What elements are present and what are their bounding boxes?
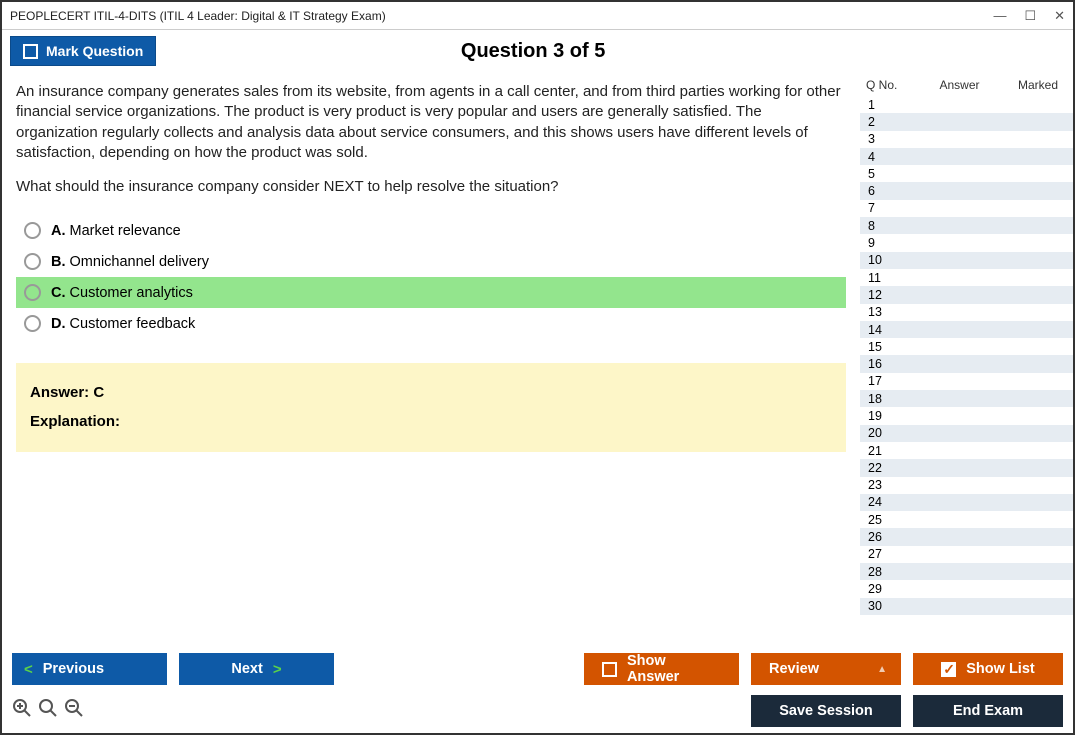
show-answer-checkbox-icon: [602, 662, 617, 677]
qlist-row[interactable]: 30: [860, 598, 1073, 615]
footer: < Previous Next > Show Answer Review ▲ S…: [2, 645, 1073, 733]
qlist-row[interactable]: 18: [860, 390, 1073, 407]
save-session-label: Save Session: [779, 703, 873, 719]
zoom-reset-icon[interactable]: [38, 698, 58, 724]
side-pane: Q No. Answer Marked 12345678910111213141…: [860, 72, 1073, 645]
chevron-right-icon: >: [273, 661, 282, 678]
zoom-out-icon[interactable]: [64, 698, 84, 724]
answer-box: Answer: C Explanation:: [16, 363, 846, 452]
col-header-qno: Q No.: [866, 78, 910, 92]
show-list-label: Show List: [966, 661, 1034, 677]
show-list-button[interactable]: Show List: [913, 653, 1063, 685]
qlist-row[interactable]: 6: [860, 182, 1073, 199]
option-c[interactable]: C. Customer analytics: [16, 277, 846, 308]
show-list-checkbox-icon: [941, 662, 956, 677]
radio-icon: [24, 284, 41, 301]
question-para-1: An insurance company generates sales fro…: [16, 82, 846, 163]
radio-icon: [24, 315, 41, 332]
qlist-row[interactable]: 7: [860, 200, 1073, 217]
col-header-answer: Answer: [910, 78, 1009, 92]
explanation-line: Explanation:: [30, 408, 832, 437]
question-number-label: Question 3 of 5: [156, 40, 910, 63]
minimize-icon[interactable]: —: [993, 8, 1006, 23]
main-pane: An insurance company generates sales fro…: [2, 72, 860, 645]
mark-checkbox-icon: [23, 44, 38, 59]
mark-question-button[interactable]: Mark Question: [10, 36, 156, 66]
footer-row-2: Save Session End Exam: [12, 695, 1063, 727]
qlist-row[interactable]: 17: [860, 373, 1073, 390]
option-label: D. Customer feedback: [51, 316, 195, 332]
caret-up-icon: ▲: [877, 664, 887, 675]
end-exam-button[interactable]: End Exam: [913, 695, 1063, 727]
question-para-2: What should the insurance company consid…: [16, 177, 846, 197]
qlist-row[interactable]: 4: [860, 148, 1073, 165]
qlist-row[interactable]: 16: [860, 355, 1073, 372]
qlist-row[interactable]: 15: [860, 338, 1073, 355]
side-header: Q No. Answer Marked: [860, 76, 1073, 96]
review-button[interactable]: Review ▲: [751, 653, 901, 685]
qlist-row[interactable]: 27: [860, 546, 1073, 563]
qlist-row[interactable]: 13: [860, 304, 1073, 321]
header-row: Mark Question Question 3 of 5: [2, 30, 1073, 72]
zoom-in-icon[interactable]: [12, 698, 32, 724]
end-exam-label: End Exam: [953, 703, 1023, 719]
qlist-row[interactable]: 24: [860, 494, 1073, 511]
qlist-row[interactable]: 2: [860, 113, 1073, 130]
next-button[interactable]: Next >: [179, 653, 334, 685]
question-text: An insurance company generates sales fro…: [16, 82, 846, 211]
previous-label: Previous: [43, 661, 104, 677]
window-title: PEOPLECERT ITIL-4-DITS (ITIL 4 Leader: D…: [10, 9, 386, 23]
review-label: Review: [769, 661, 819, 677]
qlist-row[interactable]: 10: [860, 252, 1073, 269]
option-label: C. Customer analytics: [51, 285, 193, 301]
show-answer-button[interactable]: Show Answer: [584, 653, 739, 685]
qlist-row[interactable]: 9: [860, 234, 1073, 251]
next-label: Next: [231, 661, 262, 677]
previous-button[interactable]: < Previous: [12, 653, 167, 685]
answer-line: Answer: C: [30, 379, 832, 408]
app-window: PEOPLECERT ITIL-4-DITS (ITIL 4 Leader: D…: [0, 0, 1075, 735]
question-list[interactable]: 1234567891011121314151617181920212223242…: [860, 96, 1073, 645]
option-b[interactable]: B. Omnichannel delivery: [16, 246, 846, 277]
options-list: A. Market relevance B. Omnichannel delive…: [16, 215, 846, 339]
qlist-row[interactable]: 5: [860, 165, 1073, 182]
col-header-marked: Marked: [1009, 78, 1067, 92]
chevron-left-icon: <: [24, 661, 33, 678]
footer-row-1: < Previous Next > Show Answer Review ▲ S…: [12, 653, 1063, 685]
qlist-row[interactable]: 29: [860, 580, 1073, 597]
qlist-row[interactable]: 3: [860, 131, 1073, 148]
qlist-row[interactable]: 25: [860, 511, 1073, 528]
qlist-row[interactable]: 11: [860, 269, 1073, 286]
qlist-row[interactable]: 12: [860, 286, 1073, 303]
body: An insurance company generates sales fro…: [2, 72, 1073, 645]
radio-icon: [24, 253, 41, 270]
qlist-row[interactable]: 19: [860, 407, 1073, 424]
maximize-icon[interactable]: ☐: [1024, 8, 1036, 24]
radio-icon: [24, 222, 41, 239]
option-a[interactable]: A. Market relevance: [16, 215, 846, 246]
option-d[interactable]: D. Customer feedback: [16, 308, 846, 339]
show-answer-label: Show Answer: [627, 653, 721, 685]
window-controls: — ☐ ✕: [993, 8, 1065, 24]
qlist-row[interactable]: 26: [860, 528, 1073, 545]
zoom-controls: [12, 698, 84, 724]
option-label: B. Omnichannel delivery: [51, 254, 209, 270]
qlist-row[interactable]: 20: [860, 425, 1073, 442]
qlist-row[interactable]: 23: [860, 477, 1073, 494]
close-icon[interactable]: ✕: [1054, 8, 1065, 24]
titlebar: PEOPLECERT ITIL-4-DITS (ITIL 4 Leader: D…: [2, 2, 1073, 30]
save-session-button[interactable]: Save Session: [751, 695, 901, 727]
qlist-row[interactable]: 1: [860, 96, 1073, 113]
qlist-row[interactable]: 8: [860, 217, 1073, 234]
option-label: A. Market relevance: [51, 223, 181, 239]
mark-question-label: Mark Question: [46, 43, 143, 59]
qlist-row[interactable]: 21: [860, 442, 1073, 459]
qlist-row[interactable]: 28: [860, 563, 1073, 580]
qlist-row[interactable]: 22: [860, 459, 1073, 476]
qlist-row[interactable]: 14: [860, 321, 1073, 338]
